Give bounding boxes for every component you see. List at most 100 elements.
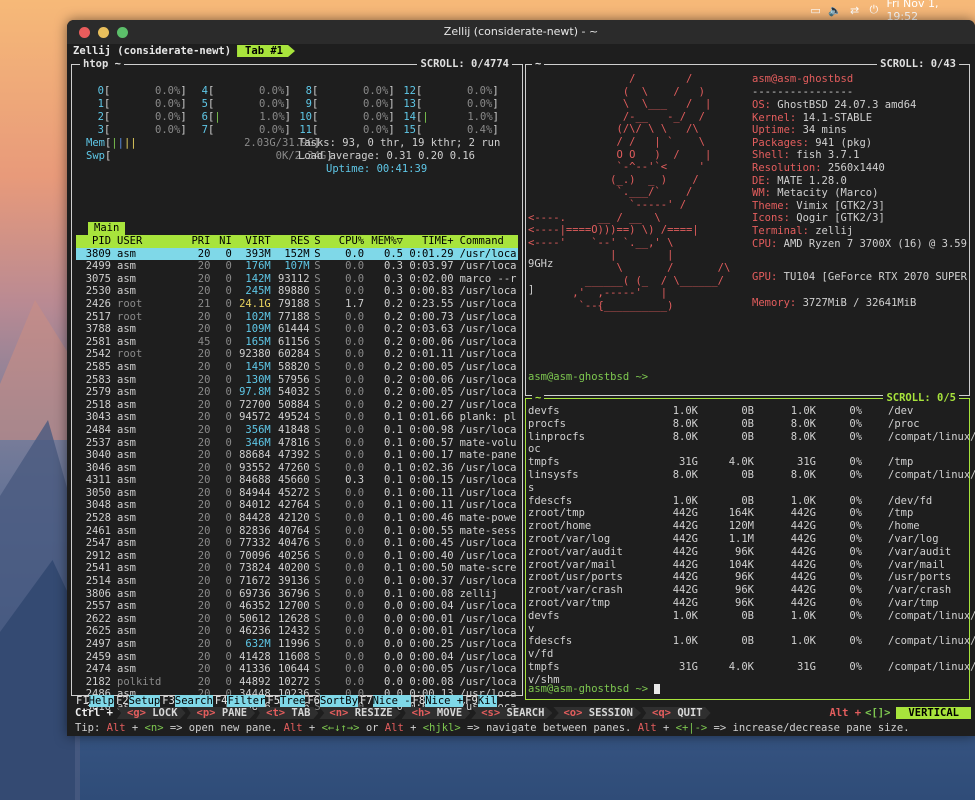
chat-icon[interactable]: ▭ — [809, 3, 822, 17]
key-resize[interactable]: <n> RESIZE — [319, 707, 401, 719]
table-cell: S — [314, 348, 321, 361]
table-cell: 2557 — [85, 600, 112, 613]
key-move[interactable]: <h> MOVE — [401, 707, 471, 719]
shell-prompt[interactable]: asm@asm-ghostbsd ~> — [528, 371, 648, 384]
column-header[interactable]: NI — [210, 235, 232, 248]
table-row[interactable]: 3040 asm 20 0 88684 47392 S 0.0 0.1 0:00.17 mate-p… — [76, 449, 518, 462]
key-tab[interactable]: <t> TAB — [256, 707, 319, 719]
table-row[interactable]: 3788 asm 20 0 109M 61444 S 0.0 0.2 0:03.63/usr/lo… — [76, 323, 518, 336]
key-lock[interactable]: <g> LOCK — [116, 707, 186, 719]
network-icon[interactable]: ⇄ — [848, 3, 861, 17]
table-cell: 0:00.06 — [409, 335, 454, 348]
table-cell: /usr/loca — [459, 499, 517, 512]
table-row[interactable]: 2461 asm 20 0 82836 40764 S 0.0 0.1 0:00.55 mate-s… — [76, 525, 518, 538]
df-cell: 1.0K — [790, 494, 816, 507]
info-value: fish 3.7.1 — [796, 149, 860, 162]
table-row[interactable]: 3046 asm 20 0 93552 47260 S 0.0 0.1 0:02.36/usr/l… — [76, 462, 518, 475]
table-row[interactable]: 2528 asm 20 0 84428 42120 S 0.0 0.1 0:00.46 mate-p… — [76, 512, 518, 525]
table-cell: 1.7 — [345, 297, 365, 310]
table-row[interactable]: 3809 asm 20 0 393M 152M S 0.0 0.5 0:01.29/usr/loc… — [76, 247, 518, 261]
titlebar[interactable]: Zellij (considerate-newt) - ~ — [67, 20, 975, 44]
key-session[interactable]: <o> SESSION — [553, 707, 642, 719]
table-row[interactable]: 2499 asm 20 0 176M 107M S 0.0 0.3 0:03.97/usr/loc… — [76, 260, 518, 273]
table-row[interactable]: 3048 asm 20 0 84012 42764 S 0.0 0.1 0:00.11/usr/l… — [76, 499, 518, 512]
table-cell: 50884 — [278, 398, 310, 411]
table-row[interactable]: 2530 asm 20 0 245M 89880 S 0.0 0.3 0:00.83/usr/lo… — [76, 285, 518, 298]
column-header[interactable]: TIME+ — [403, 235, 454, 248]
table-row[interactable]: 2459 asm 20 0 41428 11608 S 0.0 0.0 0:00.04/usr/l… — [76, 651, 518, 664]
cpu-number: 2 — [97, 111, 104, 123]
df-row: devfs 1.0K 0B 1.0K 0% /compat/linux/de — [528, 610, 975, 623]
table-cell: 0.0 — [345, 549, 365, 562]
table-row[interactable]: 3050 asm 20 0 84944 45272 S 0.0 0.1 0:00.11/usr/l… — [76, 487, 518, 500]
table-cell: /usr/loca — [459, 600, 517, 613]
column-header[interactable]: PRI — [185, 235, 210, 248]
column-header[interactable]: PID — [76, 235, 111, 248]
table-row[interactable]: 2541 asm 20 0 73824 40200 S 0.0 0.1 0:00.50 mate-s… — [76, 562, 518, 575]
table-row[interactable]: 2547 asm 20 0 77332 40476 S 0.0 0.1 0:00.45/usr/l… — [76, 537, 518, 550]
table-row[interactable]: 2537 asm 20 0 346M 47816 S 0.0 0.1 0:00.57 mate-vo… — [76, 437, 518, 450]
table-cell: 58820 — [278, 360, 310, 373]
column-header[interactable]: USER — [111, 235, 185, 248]
table-cell: 20 — [197, 474, 211, 487]
column-header[interactable]: MEM%▽ — [364, 235, 403, 248]
table-row[interactable]: 2514 asm 20 0 71672 39136 S 0.0 0.1 0:00.37/usr/l… — [76, 575, 518, 588]
minimize-button[interactable] — [98, 26, 109, 38]
neofetch-pane[interactable]: ~ SCROLL: 0/43 / / ( \ / ) \ \___ / | /-… — [525, 57, 970, 396]
table-row[interactable]: 2622 asm 20 0 50612 12628 S 0.0 0.0 0:00.01/usr/l… — [76, 613, 518, 626]
table-cell: 20 — [197, 310, 211, 323]
table-row[interactable]: 2497 asm 20 0 632M 11996 S 0.0 0.0 0:00.25/usr/lo… — [76, 638, 518, 651]
table-row[interactable]: 2581 asm 45 0 165M 61156 S 0.0 0.2 0:00.06/usr/lo… — [76, 336, 518, 349]
table-row[interactable]: 2579 asm 20 0 97.8M 54032 S 0.0 0.2 0:00.05/usr/l… — [76, 386, 518, 399]
table-row[interactable]: 2542 root 20 0 92380 60284 S 0.0 0.2 0:01.11/usr/… — [76, 348, 518, 361]
df-cell — [698, 623, 754, 636]
tab-main[interactable]: Main — [88, 222, 126, 235]
tab-1[interactable]: Tab #1 — [237, 45, 295, 57]
cpu-meter: 5[0.0%] — [190, 98, 291, 111]
fetch-userhost: asm@asm-ghostbsd — [752, 73, 854, 85]
df-pane[interactable]: ~ SCROLL: 0/5 devfs 1.0K 0B 1.0K 0%/dev procf… — [525, 391, 975, 700]
table-cell: root — [117, 310, 143, 323]
table-row[interactable]: 3806 asm 20 0 69736 36796 S 0.0 0.1 0:00.08 zellij — [76, 588, 518, 601]
table-row[interactable]: 2625 asm 20 0 46236 12432 S 0.0 0.0 0:00.01/usr/l… — [76, 625, 518, 638]
table-cell: S — [314, 549, 321, 562]
table-row[interactable]: 2182 polkitd 20 0 44892 10272 S 0.0 0.0 0:00.08/u… — [76, 676, 518, 689]
table-row[interactable]: 2426 root 21 0 24.1G 79188 S 1.7 0.2 0:23.55/usr/… — [76, 298, 518, 311]
table-cell: 84428 — [239, 512, 271, 525]
maximize-button[interactable] — [117, 26, 128, 38]
column-header[interactable]: Command — [454, 235, 518, 248]
table-row[interactable]: 2912 asm 20 0 70096 40256 S 0.0 0.1 0:00.40/usr/l… — [76, 550, 518, 563]
column-header[interactable]: RES — [271, 235, 310, 248]
df-cell — [754, 674, 816, 687]
table-row[interactable]: 2518 asm 20 0 72700 50884 S 0.0 0.2 0:00.27/usr/l… — [76, 399, 518, 412]
table-header[interactable]: PID USER PRI NI VIRT RES S CPU% MEM%▽ TIME+ Comman… — [76, 235, 518, 248]
volume-icon[interactable]: 🔈 — [828, 3, 842, 17]
key-pane[interactable]: <p> PANE — [186, 707, 256, 719]
df-cell: 96K — [735, 584, 754, 597]
table-cell: 0 — [225, 612, 232, 625]
column-header[interactable]: VIRT — [232, 235, 270, 248]
close-button[interactable] — [79, 26, 90, 38]
table-row[interactable]: 2517 root 20 0 102M 77188 S 0.0 0.2 0:00.73/usr/l… — [76, 311, 518, 324]
cpu-meter: 9[0.0%] — [294, 98, 395, 111]
power-icon[interactable]: ⏻ — [867, 3, 880, 17]
df-cell: 1.0K — [672, 494, 698, 507]
table-row[interactable]: 2583 asm 20 0 130M 57956 S 0.0 0.2 0:00.06/usr/lo… — [76, 374, 518, 387]
table-row[interactable]: 2557 asm 20 0 46352 12700 S 0.0 0.0 0:00.04/usr/l… — [76, 600, 518, 613]
key-quit[interactable]: <q> QUIT — [642, 707, 711, 719]
mode-vertical[interactable]: VERTICAL — [896, 707, 971, 719]
terminal-content[interactable]: Zellij (considerate-newt) Tab #1 htop ~ … — [67, 44, 975, 736]
shell-prompt[interactable]: asm@asm-ghostbsd ~> — [528, 683, 661, 696]
table-cell: asm — [117, 436, 136, 449]
table-row[interactable]: 3075 asm 20 0 142M 93112 S 0.0 0.3 0:02.00 marco -… — [76, 273, 518, 286]
key-search[interactable]: <s> SEARCH — [471, 707, 553, 719]
htop-pane[interactable]: htop ~ SCROLL: 0/4774 0[0.0%] 1[0.0%] 2[0.… — [71, 57, 523, 713]
column-header[interactable]: CPU% — [325, 235, 364, 248]
table-row[interactable]: 2474 asm 20 0 41336 10644 S 0.0 0.0 0:00.05/usr/l… — [76, 663, 518, 676]
table-row[interactable]: 3043 asm 20 0 94572 49524 S 0.0 0.1 0:01.66 plank:… — [76, 411, 518, 424]
table-row[interactable]: 4311 asm 20 0 84688 45660 S 0.3 0.1 0:00.15/usr/l… — [76, 474, 518, 487]
column-header[interactable]: S — [310, 235, 326, 248]
table-row[interactable]: 2484 asm 20 0 356M 41848 S 0.0 0.1 0:00.98/usr/lo… — [76, 424, 518, 437]
key-shortcut: <q> — [652, 707, 671, 719]
table-row[interactable]: 2585 asm 20 0 145M 58820 S 0.0 0.2 0:00.05/usr/lo… — [76, 361, 518, 374]
